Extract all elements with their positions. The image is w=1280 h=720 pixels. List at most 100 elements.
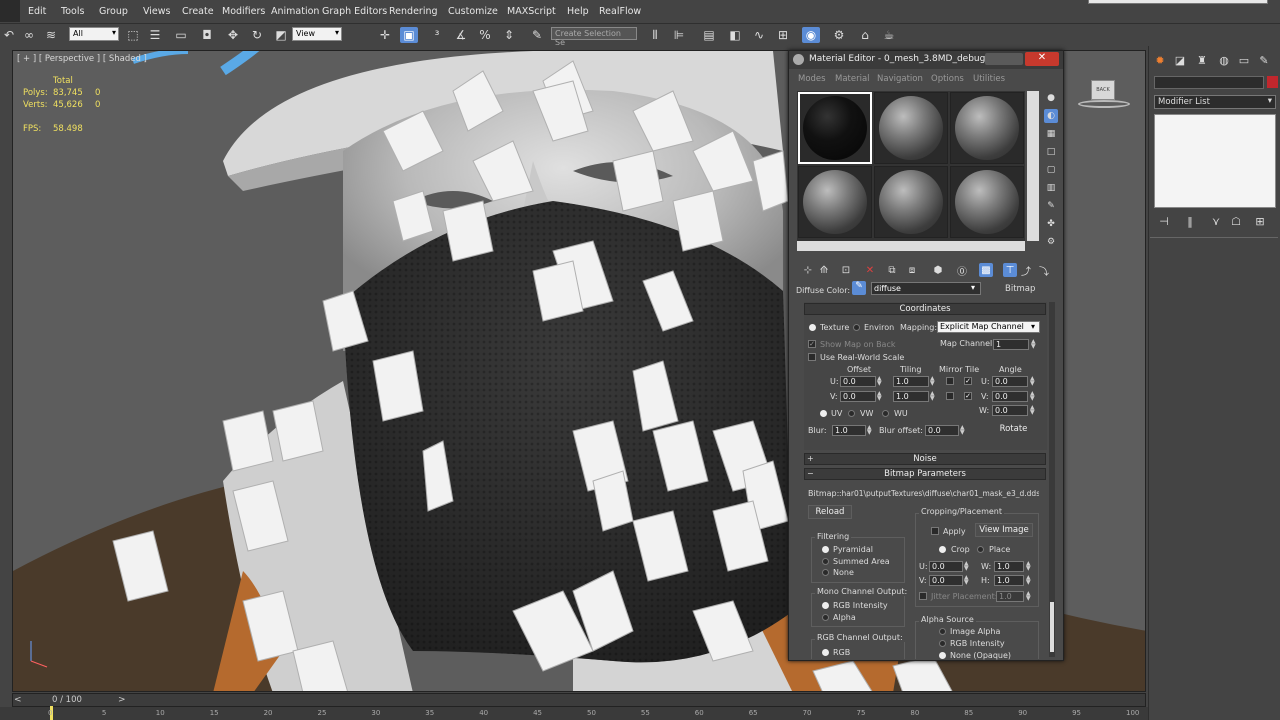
move-icon[interactable]: ✥ xyxy=(224,27,242,43)
show-end-result-me-icon[interactable]: ⊤ xyxy=(1003,263,1017,277)
menu-animation[interactable]: Animation xyxy=(271,6,319,17)
me-menu-modes[interactable]: Modes xyxy=(798,74,826,84)
get-material-icon[interactable]: ⊹ xyxy=(801,263,815,277)
select-manipulate-icon[interactable]: ▣ xyxy=(400,27,418,43)
viewcube-ring[interactable] xyxy=(1078,100,1130,108)
selection-filter-dropdown[interactable]: All xyxy=(69,27,119,41)
blur-offset-spinner[interactable]: ▲ ▼ xyxy=(960,425,965,436)
alpha-none-radio[interactable] xyxy=(939,652,946,659)
me-menu-utilities[interactable]: Utilities xyxy=(973,74,1005,84)
search-input[interactable] xyxy=(1088,0,1268,4)
pivot-center-icon[interactable]: ✛ xyxy=(376,27,394,43)
time-next-icon[interactable]: > xyxy=(118,695,126,705)
viewcube-face[interactable]: BACK xyxy=(1091,80,1115,100)
material-options-icon[interactable]: ✎ xyxy=(1044,199,1058,213)
bind-spacewarp-icon[interactable]: ≋ xyxy=(42,27,60,43)
mono-rgb-intensity-radio[interactable] xyxy=(822,602,829,609)
object-color-swatch[interactable] xyxy=(1267,76,1278,88)
sample-slot-5[interactable] xyxy=(874,166,948,238)
crop-u-spinner[interactable]: ▲ ▼ xyxy=(964,561,969,572)
show-map-on-back-checkbox[interactable]: ✓ xyxy=(808,340,816,348)
time-prev-icon[interactable]: < xyxy=(14,695,22,705)
named-selection-set-field[interactable]: Create Selection Se xyxy=(551,27,637,47)
offset-u-field[interactable]: 0.0 xyxy=(840,376,876,387)
me-menu-options[interactable]: Options xyxy=(931,74,964,84)
modifier-list-dropdown[interactable]: Modifier List xyxy=(1154,95,1276,109)
crop-h-spinner[interactable]: ▲ ▼ xyxy=(1026,575,1031,586)
mapping-dropdown[interactable]: Explicit Map Channel xyxy=(937,321,1040,333)
material-id-channel-icon[interactable]: ⓪ xyxy=(955,263,969,278)
filter-pyramidal-radio[interactable] xyxy=(822,546,829,553)
scale-icon[interactable]: ◩ xyxy=(272,27,290,43)
go-forward-sibling-icon[interactable]: ⤵ xyxy=(1037,263,1051,278)
modifier-stack[interactable] xyxy=(1154,114,1276,208)
reset-map-icon[interactable]: ✕ xyxy=(863,263,877,277)
angle-v-field[interactable]: 0.0 xyxy=(992,391,1028,402)
map-name-dropdown-icon[interactable]: ▾ xyxy=(971,283,975,292)
menu-customize[interactable]: Customize xyxy=(448,6,498,17)
sample-slot-4[interactable] xyxy=(798,166,872,238)
sample-slot-6[interactable] xyxy=(950,166,1024,238)
angle-u-field[interactable]: 0.0 xyxy=(992,376,1028,387)
backlight-icon[interactable]: ◐ xyxy=(1044,109,1058,123)
align-icon[interactable]: ⊫ xyxy=(670,27,688,43)
params-scrollbar[interactable] xyxy=(1049,302,1055,657)
me-menu-material[interactable]: Material xyxy=(835,74,870,84)
window-crossing-icon[interactable]: ◘ xyxy=(198,27,216,43)
display-tab-icon[interactable]: ▭ xyxy=(1236,52,1252,68)
vw-radio[interactable] xyxy=(848,410,855,417)
undo-icon[interactable]: ↶ xyxy=(0,27,18,43)
window-minmax-buttons[interactable] xyxy=(985,53,1023,65)
texture-radio[interactable] xyxy=(809,324,816,331)
noise-rollout-header[interactable]: Noise xyxy=(804,453,1046,465)
track-bar[interactable] xyxy=(0,707,1150,720)
select-object-icon[interactable]: ⬚ xyxy=(124,27,142,43)
menu-tools[interactable]: Tools xyxy=(61,6,84,17)
mono-alpha-radio[interactable] xyxy=(822,614,829,621)
rect-selection-icon[interactable]: ▭ xyxy=(172,27,190,43)
pick-material-icon[interactable]: ✎ xyxy=(852,281,866,295)
collapse-bitmap-icon[interactable]: − xyxy=(807,469,814,478)
make-unique-material-icon[interactable]: ⧈ xyxy=(905,263,919,277)
menu-edit[interactable]: Edit xyxy=(28,6,46,17)
edit-named-selection-icon[interactable]: ✎ xyxy=(528,27,546,43)
rotate-button[interactable]: Rotate xyxy=(981,423,1046,437)
environ-radio[interactable] xyxy=(853,324,860,331)
rotate-icon[interactable]: ↻ xyxy=(248,27,266,43)
offset-u-spinner[interactable]: ▲ ▼ xyxy=(877,376,882,387)
utilities-tab-icon[interactable]: ✎ xyxy=(1256,52,1272,68)
crop-v-spinner[interactable]: ▲ ▼ xyxy=(964,575,969,586)
copy-material-icon[interactable]: ⧉ xyxy=(885,263,899,277)
go-to-parent-icon[interactable]: ⤴ xyxy=(1019,263,1033,278)
coordinates-rollout-header[interactable]: Coordinates xyxy=(804,303,1046,315)
slots-vertical-scrollbar[interactable] xyxy=(1027,91,1039,241)
configure-modifier-sets-icon[interactable]: ⊞ xyxy=(1252,214,1268,228)
menu-views[interactable]: Views xyxy=(143,6,171,17)
offset-v-spinner[interactable]: ▲ ▼ xyxy=(877,391,882,402)
menu-modifiers[interactable]: Modifiers xyxy=(222,6,265,17)
map-type-button[interactable]: Bitmap xyxy=(1005,284,1035,294)
material-map-navigator-icon[interactable]: ⚙ xyxy=(1044,235,1058,249)
menu-create[interactable]: Create xyxy=(182,6,214,17)
crop-radio[interactable] xyxy=(939,546,946,553)
alpha-rgb-intensity-radio[interactable] xyxy=(939,640,946,647)
menu-rendering[interactable]: Rendering xyxy=(389,6,438,17)
rendered-frame-icon[interactable]: ⌂ xyxy=(856,27,874,43)
blur-offset-field[interactable]: 0.0 xyxy=(925,425,959,436)
menu-help[interactable]: Help xyxy=(567,6,589,17)
menu-group[interactable]: Group xyxy=(99,6,128,17)
tile-u-checkbox[interactable]: ✓ xyxy=(964,377,972,385)
slots-horizontal-scrollbar[interactable] xyxy=(797,241,1025,251)
app-logo-icon[interactable] xyxy=(0,0,20,22)
uv-radio[interactable] xyxy=(820,410,827,417)
sample-type-icon[interactable]: ● xyxy=(1044,91,1058,105)
put-to-scene-icon[interactable]: ⟰ xyxy=(817,263,831,277)
remove-modifier-icon[interactable]: ☖ xyxy=(1228,214,1244,228)
bitmap-path-button[interactable]: :har01\putputTextures\diffuse\char01_mas… xyxy=(839,489,1039,498)
jitter-placement-spinner[interactable]: ▲ ▼ xyxy=(1026,591,1031,602)
curve-editor-icon[interactable]: ∿ xyxy=(750,27,768,43)
filter-none-radio[interactable] xyxy=(822,569,829,576)
link-icon[interactable]: ∞ xyxy=(20,27,38,43)
sample-slot-1[interactable] xyxy=(798,92,872,164)
jitter-placement-field[interactable]: 1.0 xyxy=(996,591,1024,602)
